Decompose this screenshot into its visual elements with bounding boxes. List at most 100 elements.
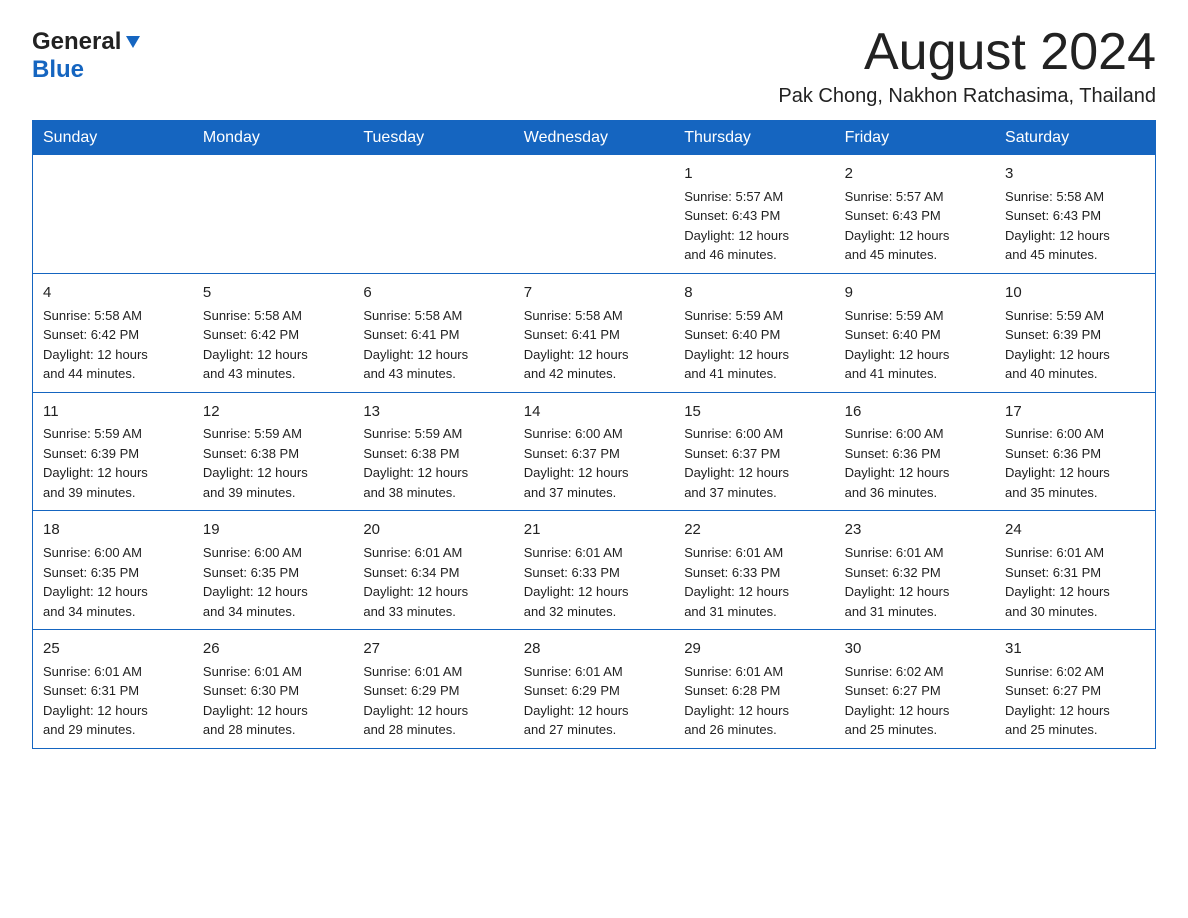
day-number: 23 (845, 519, 985, 541)
day-number: 28 (524, 638, 664, 660)
day-number: 2 (845, 163, 985, 185)
day-number: 1 (684, 163, 824, 185)
day-info: Sunrise: 6:01 AM Sunset: 6:34 PM Dayligh… (363, 543, 503, 621)
calendar-cell: 2Sunrise: 5:57 AM Sunset: 6:43 PM Daylig… (835, 155, 995, 273)
calendar-day-header: Tuesday (353, 121, 513, 156)
day-info: Sunrise: 6:00 AM Sunset: 6:35 PM Dayligh… (43, 543, 183, 621)
title-block: August 2024 Pak Chong, Nakhon Ratchasima… (778, 24, 1156, 108)
day-number: 3 (1005, 163, 1145, 185)
calendar-week-row: 1Sunrise: 5:57 AM Sunset: 6:43 PM Daylig… (33, 155, 1156, 273)
calendar-cell: 23Sunrise: 6:01 AM Sunset: 6:32 PM Dayli… (835, 511, 995, 630)
day-number: 24 (1005, 519, 1145, 541)
day-info: Sunrise: 5:58 AM Sunset: 6:41 PM Dayligh… (524, 306, 664, 384)
day-number: 4 (43, 282, 183, 304)
day-info: Sunrise: 5:59 AM Sunset: 6:39 PM Dayligh… (43, 424, 183, 502)
day-number: 11 (43, 401, 183, 423)
day-number: 21 (524, 519, 664, 541)
day-number: 19 (203, 519, 343, 541)
calendar-cell: 5Sunrise: 5:58 AM Sunset: 6:42 PM Daylig… (193, 273, 353, 392)
calendar-cell: 8Sunrise: 5:59 AM Sunset: 6:40 PM Daylig… (674, 273, 834, 392)
calendar-table: SundayMondayTuesdayWednesdayThursdayFrid… (32, 120, 1156, 749)
day-info: Sunrise: 6:01 AM Sunset: 6:33 PM Dayligh… (684, 543, 824, 621)
day-info: Sunrise: 5:59 AM Sunset: 6:40 PM Dayligh… (845, 306, 985, 384)
calendar-cell: 28Sunrise: 6:01 AM Sunset: 6:29 PM Dayli… (514, 630, 674, 749)
logo-general-text: General (32, 28, 121, 56)
day-number: 6 (363, 282, 503, 304)
day-number: 29 (684, 638, 824, 660)
day-info: Sunrise: 6:00 AM Sunset: 6:37 PM Dayligh… (684, 424, 824, 502)
calendar-cell: 24Sunrise: 6:01 AM Sunset: 6:31 PM Dayli… (995, 511, 1155, 630)
calendar-cell (514, 155, 674, 273)
calendar-week-row: 25Sunrise: 6:01 AM Sunset: 6:31 PM Dayli… (33, 630, 1156, 749)
logo-blue-text: Blue (32, 56, 84, 83)
calendar-cell: 17Sunrise: 6:00 AM Sunset: 6:36 PM Dayli… (995, 392, 1155, 511)
calendar-cell: 10Sunrise: 5:59 AM Sunset: 6:39 PM Dayli… (995, 273, 1155, 392)
day-info: Sunrise: 5:58 AM Sunset: 6:43 PM Dayligh… (1005, 187, 1145, 265)
day-info: Sunrise: 6:01 AM Sunset: 6:29 PM Dayligh… (524, 662, 664, 740)
calendar-day-header: Friday (835, 121, 995, 156)
calendar-cell: 12Sunrise: 5:59 AM Sunset: 6:38 PM Dayli… (193, 392, 353, 511)
day-number: 13 (363, 401, 503, 423)
calendar-cell: 7Sunrise: 5:58 AM Sunset: 6:41 PM Daylig… (514, 273, 674, 392)
day-number: 18 (43, 519, 183, 541)
logo-triangle-icon (124, 32, 142, 55)
calendar-day-header: Monday (193, 121, 353, 156)
day-info: Sunrise: 5:59 AM Sunset: 6:39 PM Dayligh… (1005, 306, 1145, 384)
day-number: 17 (1005, 401, 1145, 423)
calendar-cell: 16Sunrise: 6:00 AM Sunset: 6:36 PM Dayli… (835, 392, 995, 511)
day-number: 8 (684, 282, 824, 304)
day-info: Sunrise: 6:01 AM Sunset: 6:30 PM Dayligh… (203, 662, 343, 740)
calendar-cell: 13Sunrise: 5:59 AM Sunset: 6:38 PM Dayli… (353, 392, 513, 511)
calendar-cell: 20Sunrise: 6:01 AM Sunset: 6:34 PM Dayli… (353, 511, 513, 630)
day-number: 20 (363, 519, 503, 541)
calendar-cell: 15Sunrise: 6:00 AM Sunset: 6:37 PM Dayli… (674, 392, 834, 511)
calendar-cell: 27Sunrise: 6:01 AM Sunset: 6:29 PM Dayli… (353, 630, 513, 749)
calendar-header-row: SundayMondayTuesdayWednesdayThursdayFrid… (33, 121, 1156, 156)
calendar-week-row: 4 Sunrise: 5:58 AM Sunset: 6:42 PM Daylig… (33, 273, 1156, 392)
calendar-cell: 22Sunrise: 6:01 AM Sunset: 6:33 PM Dayli… (674, 511, 834, 630)
calendar-cell: 4Sunrise: 5:58 AM Sunset: 6:42 PM Daylig… (33, 273, 193, 392)
day-info: Sunrise: 6:02 AM Sunset: 6:27 PM Dayligh… (845, 662, 985, 740)
calendar-cell: 25Sunrise: 6:01 AM Sunset: 6:31 PM Dayli… (33, 630, 193, 749)
day-number: 26 (203, 638, 343, 660)
day-number: 15 (684, 401, 824, 423)
day-info: Sunrise: 5:58 AM Sunset: 6:41 PM Dayligh… (363, 306, 503, 384)
calendar-cell: 14Sunrise: 6:00 AM Sunset: 6:37 PM Dayli… (514, 392, 674, 511)
day-info: Sunrise: 6:01 AM Sunset: 6:32 PM Dayligh… (845, 543, 985, 621)
calendar-cell: 3Sunrise: 5:58 AM Sunset: 6:43 PM Daylig… (995, 155, 1155, 273)
day-number: 30 (845, 638, 985, 660)
calendar-week-row: 11Sunrise: 5:59 AM Sunset: 6:39 PM Dayli… (33, 392, 1156, 511)
day-number: 12 (203, 401, 343, 423)
calendar-cell: 21Sunrise: 6:01 AM Sunset: 6:33 PM Dayli… (514, 511, 674, 630)
day-info: Sunrise: 5:59 AM Sunset: 6:38 PM Dayligh… (363, 424, 503, 502)
calendar-day-header: Sunday (33, 121, 193, 156)
calendar-cell: 11Sunrise: 5:59 AM Sunset: 6:39 PM Dayli… (33, 392, 193, 511)
calendar-day-header: Thursday (674, 121, 834, 156)
day-number: 22 (684, 519, 824, 541)
calendar-cell: 31Sunrise: 6:02 AM Sunset: 6:27 PM Dayli… (995, 630, 1155, 749)
calendar-day-header: Saturday (995, 121, 1155, 156)
calendar-cell: 9Sunrise: 5:59 AM Sunset: 6:40 PM Daylig… (835, 273, 995, 392)
logo: General Blue (32, 28, 142, 84)
day-info: Sunrise: 5:57 AM Sunset: 6:43 PM Dayligh… (845, 187, 985, 265)
calendar-cell: 29Sunrise: 6:01 AM Sunset: 6:28 PM Dayli… (674, 630, 834, 749)
day-info: Sunrise: 6:01 AM Sunset: 6:31 PM Dayligh… (43, 662, 183, 740)
day-number: 25 (43, 638, 183, 660)
page-subtitle: Pak Chong, Nakhon Ratchasima, Thailand (778, 85, 1156, 108)
page-header: General Blue August 2024 Pak Chong, Nakh… (32, 24, 1156, 108)
day-info: Sunrise: 6:01 AM Sunset: 6:33 PM Dayligh… (524, 543, 664, 621)
day-number: 31 (1005, 638, 1145, 660)
day-info: Sunrise: 5:57 AM Sunset: 6:43 PM Dayligh… (684, 187, 824, 265)
calendar-cell: 26Sunrise: 6:01 AM Sunset: 6:30 PM Dayli… (193, 630, 353, 749)
calendar-week-row: 18Sunrise: 6:00 AM Sunset: 6:35 PM Dayli… (33, 511, 1156, 630)
calendar-cell (33, 155, 193, 273)
calendar-cell (353, 155, 513, 273)
day-info: Sunrise: 5:58 AM Sunset: 6:42 PM Dayligh… (203, 306, 343, 384)
day-info: Sunrise: 6:01 AM Sunset: 6:28 PM Dayligh… (684, 662, 824, 740)
calendar-cell: 18Sunrise: 6:00 AM Sunset: 6:35 PM Dayli… (33, 511, 193, 630)
day-number: 9 (845, 282, 985, 304)
day-number: 27 (363, 638, 503, 660)
day-info: Sunrise: 6:00 AM Sunset: 6:36 PM Dayligh… (1005, 424, 1145, 502)
calendar-cell: 1Sunrise: 5:57 AM Sunset: 6:43 PM Daylig… (674, 155, 834, 273)
day-info: Sunrise: 5:59 AM Sunset: 6:38 PM Dayligh… (203, 424, 343, 502)
